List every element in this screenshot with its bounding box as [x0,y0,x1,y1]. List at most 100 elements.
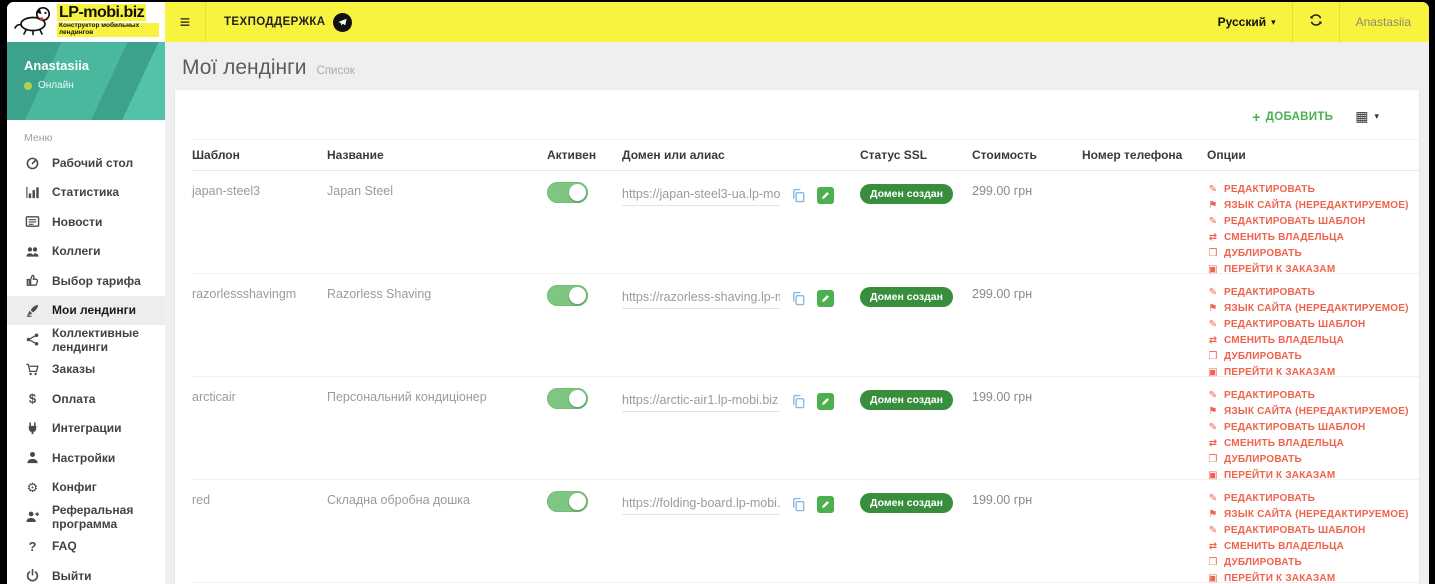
sidebar-item-statistics[interactable]: Статистика [7,178,165,208]
add-button[interactable]: + ДОБАВИТЬ [1252,109,1333,125]
template-cell: japan-steel3 [192,184,261,198]
option-edit-template[interactable]: ✎ РЕДАКТИРОВАТЬ ШАБЛОН [1207,422,1419,433]
telegram-icon [332,12,352,32]
edit-domain-button[interactable] [817,186,834,204]
table-row: japan-steel3 Japan Steel https://japan-s… [192,171,1419,275]
sidebar-item-faq[interactable]: ? FAQ [7,532,165,562]
edit-domain-icon [817,289,834,307]
sidebar-item-logout[interactable]: Выйти [7,561,165,584]
cart-icon: ▣ [1208,470,1218,481]
copy-domain-button[interactable] [791,394,806,409]
sidebar-item-colleagues[interactable]: Коллеги [7,237,165,267]
sidebar-item-news[interactable]: Новости [7,207,165,237]
copy-domain-button[interactable] [791,291,806,306]
ssl-status-badge: Домен создан [860,287,953,307]
domain-input[interactable] [622,287,780,309]
active-toggle[interactable] [547,388,588,409]
table-row: razorlessshavingm Razorless Shaving http… [192,274,1419,378]
option-duplicate[interactable]: ❐ ДУБЛИРОВАТЬ [1207,454,1419,465]
option-go-to-orders[interactable]: ▣ ПЕРЕЙТИ К ЗАКАЗАМ [1207,264,1419,275]
domain-input[interactable] [622,493,780,515]
dog-logo-icon [13,3,53,42]
option-site-language[interactable]: ⚑ ЯЗЫК САЙТА (НЕРЕДАКТИРУЕМОЕ) [1207,509,1419,520]
edit-icon: ✎ [1208,525,1218,536]
sidebar-item-tariff[interactable]: Выбор тарифа [7,266,165,296]
sidebar-item-my-landings[interactable]: Мои лендинги [7,295,165,325]
active-toggle[interactable] [547,491,588,512]
option-change-owner[interactable]: ⇄ СМЕНИТЬ ВЛАДЕЛЬЦА [1207,438,1419,449]
sidebar-item-dashboard[interactable]: Рабочий стол [7,148,165,178]
copy-domain-button[interactable] [791,188,806,203]
logo[interactable]: LP-mobi.biz Конструктор мобильных лендин… [7,2,165,42]
duplicate-icon: ❐ [1208,248,1218,259]
plus-icon: + [1252,108,1261,125]
sidebar-item-integrations[interactable]: Интеграции [7,414,165,444]
option-edit[interactable]: ✎ РЕДАКТИРОВАТЬ [1207,287,1419,298]
language-selector[interactable]: Русский ▾ [1202,2,1292,42]
option-change-owner[interactable]: ⇄ СМЕНИТЬ ВЛАДЕЛЬЦА [1207,541,1419,552]
option-edit[interactable]: ✎ РЕДАКТИРОВАТЬ [1207,184,1419,195]
column-header-ssl: Статус SSL [860,148,928,162]
sidebar-item-settings[interactable]: Настройки [7,443,165,473]
exchange-icon: ⇄ [1208,232,1218,243]
bar-chart-icon [24,185,41,200]
option-duplicate[interactable]: ❐ ДУБЛИРОВАТЬ [1207,248,1419,259]
exchange-icon: ⇄ [1208,438,1218,449]
option-edit-template[interactable]: ✎ РЕДАКТИРОВАТЬ ШАБЛОН [1207,525,1419,536]
sidebar: Anastasiia Онлайн Меню Рабочий стол Стат… [7,42,165,584]
domain-input[interactable] [622,184,780,206]
option-duplicate[interactable]: ❐ ДУБЛИРОВАТЬ [1207,351,1419,362]
price-cell: 299.00 грн [972,184,1033,198]
sidebar-item-payment[interactable]: $ Оплата [7,384,165,414]
sidebar-item-orders[interactable]: Заказы [7,355,165,385]
support-button[interactable]: ТЕХПОДДЕРЖКА [206,12,370,32]
edit-domain-button[interactable] [817,495,834,513]
view-options-button[interactable]: ▦ ▾ [1355,108,1379,125]
option-edit-template[interactable]: ✎ РЕДАКТИРОВАТЬ ШАБЛОН [1207,216,1419,227]
edit-icon: ✎ [1208,493,1218,504]
domain-input[interactable] [622,390,780,412]
option-go-to-orders[interactable]: ▣ ПЕРЕЙТИ К ЗАКАЗАМ [1207,573,1419,584]
grid-icon: ▦ [1355,108,1369,124]
option-go-to-orders[interactable]: ▣ ПЕРЕЙТИ К ЗАКАЗАМ [1207,470,1419,481]
copy-domain-button[interactable] [791,497,806,512]
main-content: Мої лендінги Список + ДОБАВИТЬ ▦ ▾ Шабло… [165,42,1429,584]
sidebar-item-collective-landings[interactable]: Коллективные лендинги [7,325,165,355]
option-duplicate[interactable]: ❐ ДУБЛИРОВАТЬ [1207,557,1419,568]
ssl-status-badge: Домен создан [860,390,953,410]
option-go-to-orders[interactable]: ▣ ПЕРЕЙТИ К ЗАКАЗАМ [1207,367,1419,378]
chevron-down-icon: ▾ [1271,16,1276,27]
option-change-owner[interactable]: ⇄ СМЕНИТЬ ВЛАДЕЛЬЦА [1207,335,1419,346]
option-edit[interactable]: ✎ РЕДАКТИРОВАТЬ [1207,390,1419,401]
table-row: red Складна обробна дошка https://foldin… [192,480,1419,584]
duplicate-icon: ❐ [1208,454,1218,465]
refresh-icon [1308,12,1324,33]
option-site-language[interactable]: ⚑ ЯЗЫК САЙТА (НЕРЕДАКТИРУЕМОЕ) [1207,303,1419,314]
edit-icon: ✎ [1208,287,1218,298]
edit-domain-button[interactable] [817,289,834,307]
option-site-language[interactable]: ⚑ ЯЗЫК САЙТА (НЕРЕДАКТИРУЕМОЕ) [1207,406,1419,417]
name-cell: Складна обробна дошка [327,493,470,507]
edit-domain-button[interactable] [817,392,834,410]
refresh-button[interactable] [1293,2,1339,42]
name-cell: Персональний кондиціонер [327,390,487,404]
template-cell: red [192,493,211,507]
question-icon: ? [28,538,37,554]
gears-icon: ⚙ [26,479,39,495]
user-menu[interactable]: Anastasiia [1340,2,1429,42]
active-toggle[interactable] [547,182,588,203]
hamburger-menu-icon[interactable]: ≡ [165,2,205,42]
option-site-language[interactable]: ⚑ ЯЗЫК САЙТА (НЕРЕДАКТИРУЕМОЕ) [1207,200,1419,211]
template-cell: arcticair [192,390,236,404]
option-change-owner[interactable]: ⇄ СМЕНИТЬ ВЛАДЕЛЬЦА [1207,232,1419,243]
cart-icon: ▣ [1208,367,1218,378]
option-edit[interactable]: ✎ РЕДАКТИРОВАТЬ [1207,493,1419,504]
logo-title: LP-mobi.biz [57,4,147,22]
sidebar-item-referral[interactable]: Реферальная программа [7,502,165,532]
edit-icon: ✎ [1208,319,1218,330]
sidebar-item-config[interactable]: ⚙ Конфиг [7,473,165,503]
support-label: ТЕХПОДДЕРЖКА [224,16,326,28]
active-toggle[interactable] [547,285,588,306]
exchange-icon: ⇄ [1208,541,1218,552]
option-edit-template[interactable]: ✎ РЕДАКТИРОВАТЬ ШАБЛОН [1207,319,1419,330]
